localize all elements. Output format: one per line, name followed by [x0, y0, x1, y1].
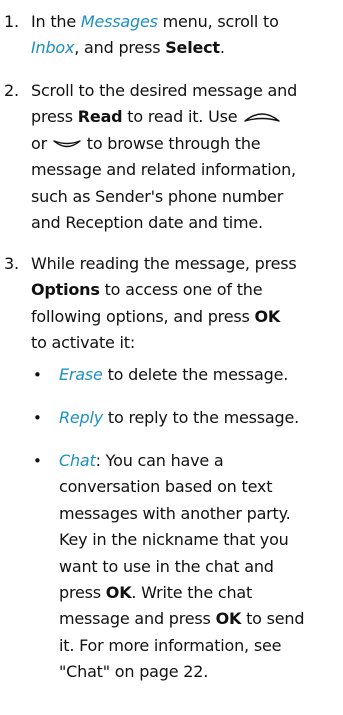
step-number: 1.: [4, 12, 19, 31]
ok-keyword: OK: [105, 583, 132, 603]
ok-keyword: OK: [215, 609, 242, 629]
step-text: to read it. Use: [122, 107, 243, 127]
bullet-line: Chat: You can have a: [59, 448, 335, 474]
ok-keyword: OK: [254, 306, 281, 326]
bullet-text: press: [59, 583, 106, 603]
step-line: press Read to read it. Use: [31, 104, 335, 130]
chat-link[interactable]: Chat: [59, 451, 96, 470]
step-text: , and press: [74, 38, 166, 58]
step-line: to activate it:: [31, 333, 136, 353]
step-text: press: [31, 107, 78, 127]
bullet-line: "Chat" on page 22.: [59, 662, 209, 682]
bullet-text: to reply to the message.: [103, 408, 299, 427]
bullet-line: messages with another party.: [59, 503, 291, 523]
bullet-text: message and press: [59, 609, 216, 629]
step-line: and Reception date and time.: [31, 213, 263, 233]
bullet-text: : You can have a: [95, 451, 224, 470]
bullet-line: Reply to reply to the message.: [59, 405, 335, 431]
step-text: to access one of the: [99, 280, 263, 300]
step-line: following options, and press OK: [31, 304, 335, 330]
inbox-link[interactable]: Inbox: [31, 38, 74, 57]
bullet-symbol: •: [33, 452, 42, 470]
step-3: 3. While reading the message, press Opti…: [0, 251, 335, 357]
bullet-text: to send: [241, 609, 305, 629]
bullet-chat: • Chat: You can have a conversation base…: [29, 448, 335, 686]
bullet-line: want to use in the chat and: [59, 556, 274, 576]
step-line: In the Messages menu, scroll to: [31, 9, 335, 35]
step-text: to browse through the: [81, 133, 261, 153]
step-2: 2. Scroll to the desired message and pre…: [0, 78, 335, 236]
step-line: such as Sender's phone number: [31, 186, 284, 206]
scroll-down-key-icon: [53, 140, 81, 148]
step-text: .: [219, 38, 225, 58]
reply-link[interactable]: Reply: [59, 408, 103, 427]
bullet-text: . Write the chat: [131, 583, 253, 603]
bullet-symbol: •: [33, 409, 42, 427]
bullet-reply: • Reply to reply to the message.: [29, 405, 335, 431]
step-number: 3.: [4, 254, 19, 273]
step-text: menu, scroll to: [157, 12, 279, 31]
step-line: message and related information,: [31, 160, 296, 180]
step-1: 1. In the Messages menu, scroll to Inbox…: [0, 9, 335, 62]
step-line: or to browse through the: [31, 131, 335, 157]
bullet-erase: • Erase to delete the message.: [29, 362, 335, 388]
messages-link[interactable]: Messages: [81, 12, 158, 31]
bullet-line: conversation based on text: [59, 477, 273, 497]
step-line: Scroll to the desired message and: [31, 81, 298, 100]
bullet-text: to delete the message.: [102, 365, 289, 384]
step-line: Inbox, and press Select.: [31, 35, 335, 61]
bullet-symbol: •: [33, 366, 42, 384]
select-keyword: Select: [165, 38, 220, 58]
step-text: following options, and press: [31, 306, 255, 326]
step-line: Options to access one of the: [31, 277, 335, 303]
instructions-page: 1. In the Messages menu, scroll to Inbox…: [0, 0, 343, 715]
options-keyword: Options: [31, 280, 100, 300]
step-text: or: [31, 133, 52, 153]
bullet-line: message and press OK to send: [59, 606, 335, 632]
bullet-line: Erase to delete the message.: [59, 362, 335, 388]
erase-link[interactable]: Erase: [59, 365, 103, 384]
step-line: While reading the message, press: [31, 254, 297, 273]
scroll-up-key-icon: [244, 113, 280, 122]
read-keyword: Read: [77, 107, 123, 127]
bullet-line: it. For more information, see: [59, 635, 282, 655]
step-number: 2.: [4, 81, 19, 100]
bullet-line: press OK. Write the chat: [59, 580, 335, 606]
bullet-line: Key in the nickname that you: [59, 530, 289, 550]
step-text: In the: [31, 12, 81, 31]
